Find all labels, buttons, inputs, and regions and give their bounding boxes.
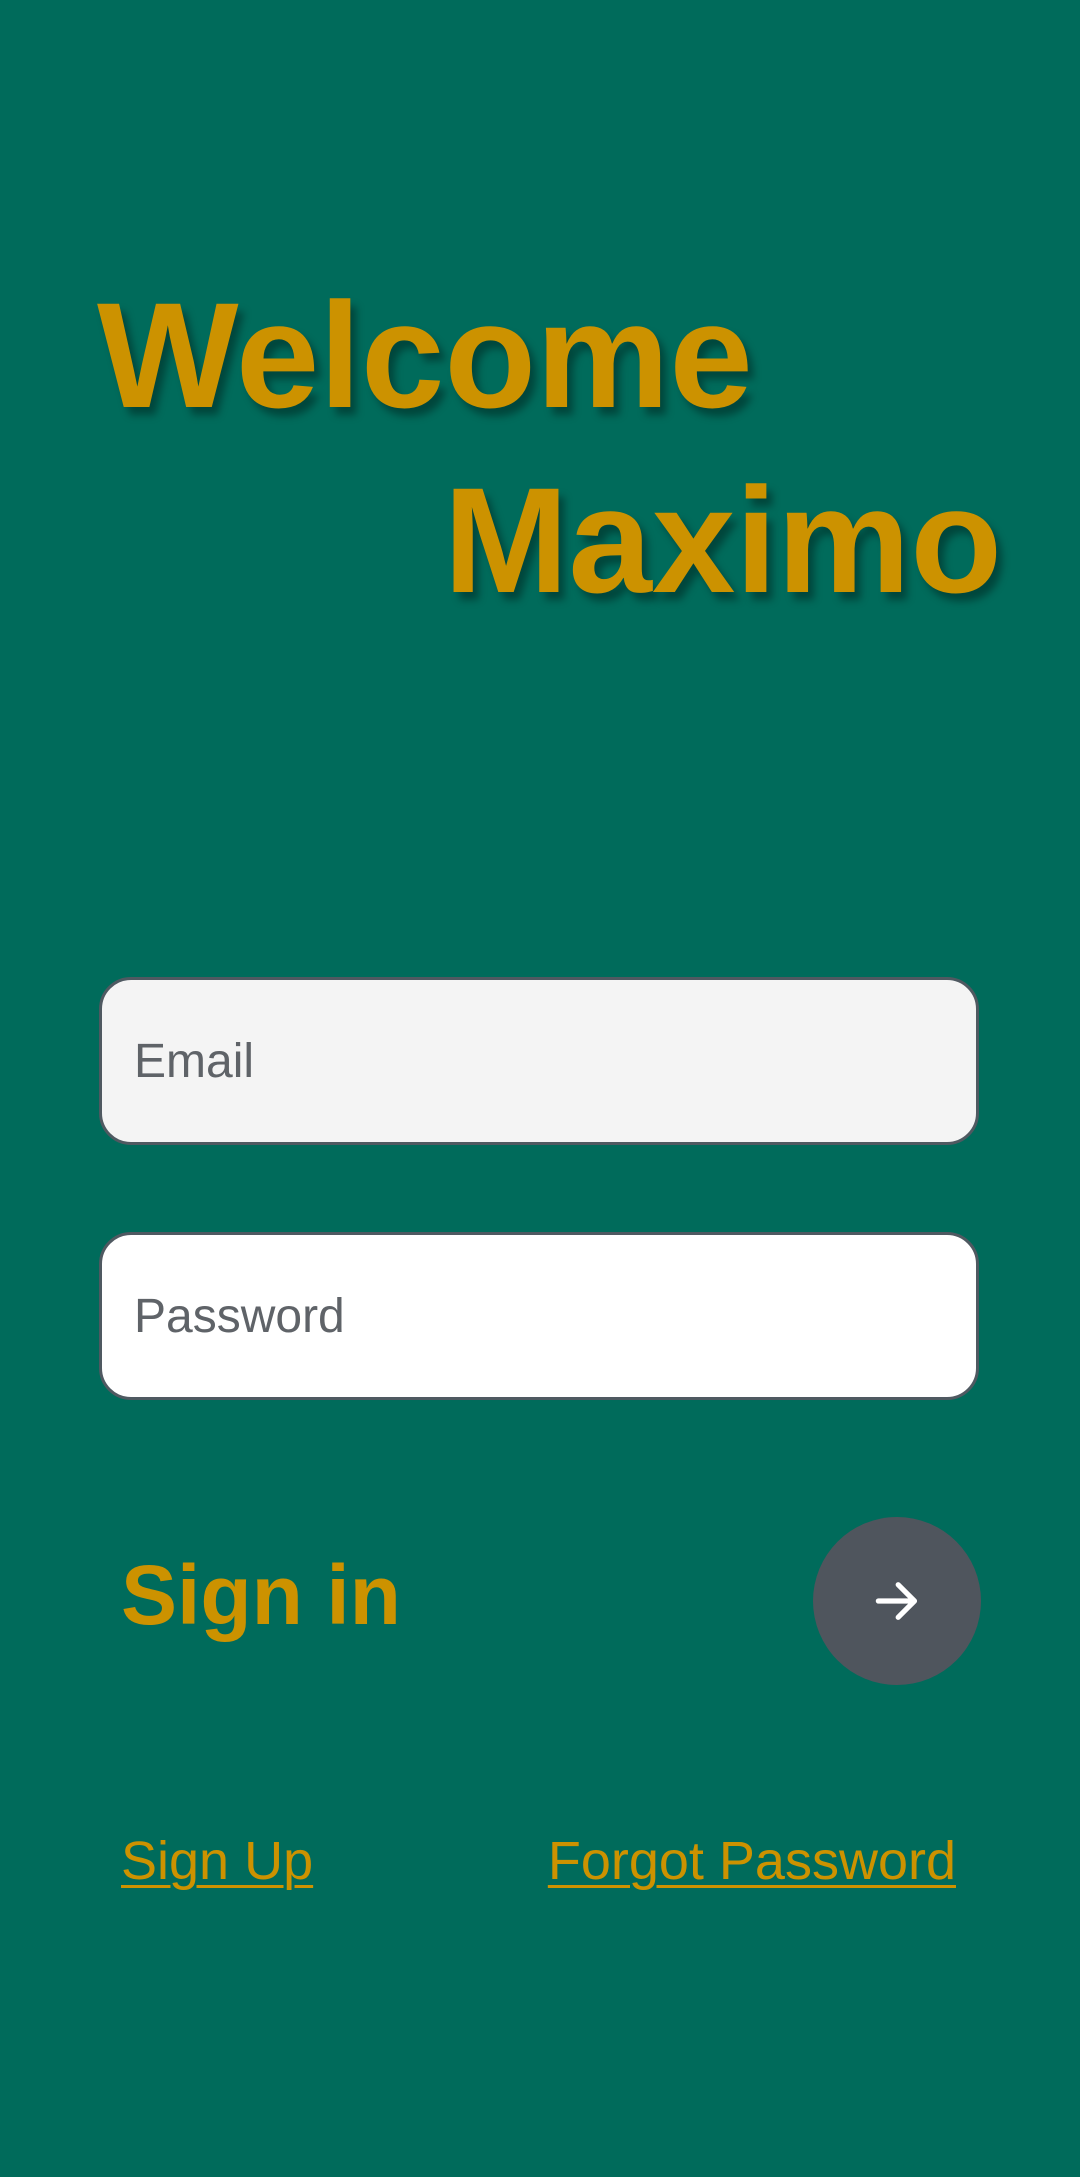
sign-up-link[interactable]: Sign Up <box>121 1834 313 1888</box>
welcome-title: Welcome <box>97 271 753 439</box>
arrow-right-icon <box>869 1573 925 1629</box>
forgot-password-link[interactable]: Forgot Password <box>548 1834 956 1888</box>
password-field[interactable] <box>99 1232 979 1400</box>
sign-in-label: Sign in <box>121 1548 401 1642</box>
sign-in-button[interactable] <box>813 1517 981 1685</box>
user-name-title: Maximo <box>443 456 1002 624</box>
email-field[interactable] <box>99 977 979 1145</box>
